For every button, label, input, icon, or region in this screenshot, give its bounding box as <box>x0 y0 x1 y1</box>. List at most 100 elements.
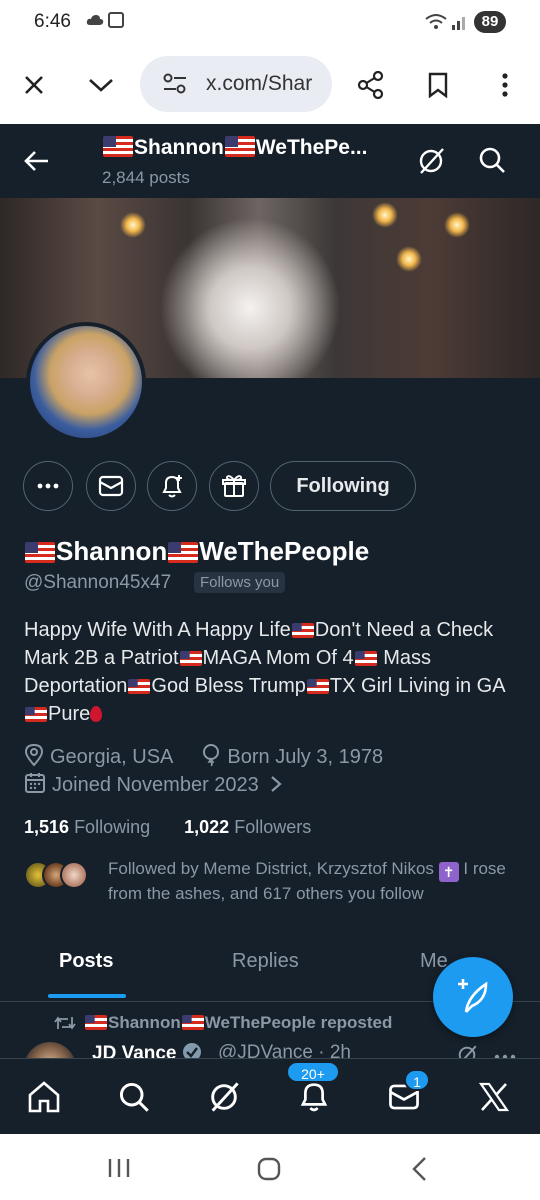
us-flag-icon <box>181 1015 204 1030</box>
sparkler <box>396 246 422 272</box>
following-stat[interactable]: 1,516 Following <box>24 817 150 837</box>
status-bar: 6:46 89 <box>0 0 540 46</box>
tab-replies[interactable]: Replies <box>232 950 299 973</box>
profile-location-born-row: Georgia, USA Born July 3, 1978 <box>24 744 383 769</box>
profile-name-part: Shannon <box>56 536 168 566</box>
followers-count: 1,022 <box>184 817 230 837</box>
profile-display-name: Shannon WeThePeople <box>24 536 369 567</box>
followers-stat[interactable]: 1,022 Followers <box>184 817 311 837</box>
search-icon <box>119 1082 149 1112</box>
grok-icon <box>211 1082 239 1112</box>
more-icon <box>37 483 59 489</box>
nav-x-premium[interactable] <box>474 1077 514 1117</box>
recent-apps-icon[interactable] <box>106 1157 132 1179</box>
repost-name-part: WeThePeople reposted <box>204 1013 393 1032</box>
profile-bio: Happy Wife With A Happy Life Don't Need a… <box>24 616 524 728</box>
profile-birthdate: Born July 3, 1978 <box>227 746 384 768</box>
nav-grok[interactable] <box>204 1077 244 1117</box>
us-flag-icon <box>306 679 329 694</box>
header-name-part: Shannon <box>134 136 224 159</box>
battery-level: 89 <box>474 11 506 33</box>
repost-name-part: Shannon <box>108 1013 181 1032</box>
location-icon <box>24 744 44 766</box>
us-flag-icon <box>103 136 133 157</box>
url-text: x.com/Shar <box>206 72 313 95</box>
feather-plus-icon <box>458 979 488 1013</box>
blood-drop-icon <box>90 706 103 722</box>
cross-icon: ✝ <box>438 862 459 882</box>
x-logo-icon <box>478 1082 510 1112</box>
home-button-icon[interactable] <box>256 1156 282 1182</box>
following-count: 1,516 <box>24 817 70 837</box>
more-options-button[interactable] <box>23 461 73 511</box>
sparkler <box>372 202 398 228</box>
repost-context[interactable]: Shannon WeThePeople reposted <box>54 1013 392 1033</box>
bottom-navigation: 20+ 1 <box>0 1058 540 1134</box>
header-display-name: Shannon WeThePe... <box>102 136 367 160</box>
profile-joined-row[interactable]: Joined November 2023 <box>24 772 283 797</box>
notifications-badge: 20+ <box>286 1061 340 1083</box>
header-name-part: WeThePe... <box>255 136 368 159</box>
mail-icon <box>98 475 124 497</box>
search-icon[interactable] <box>478 146 506 174</box>
balloon-icon <box>203 744 220 766</box>
back-arrow-icon[interactable] <box>22 146 52 176</box>
followed-by-part: Followed by Meme District, Krzysztof Nik… <box>108 859 434 878</box>
bookmark-icon[interactable] <box>419 66 457 104</box>
profile-name-part: WeThePeople <box>199 536 370 566</box>
follow-stats: 1,516 Following 1,022 Followers <box>24 817 311 838</box>
followed-by-row[interactable]: Followed by Meme District, Krzysztof Nik… <box>24 857 524 907</box>
active-tab-indicator <box>48 994 126 998</box>
us-flag-icon <box>85 1015 107 1030</box>
followed-by-text: Followed by Meme District, Krzysztof Nik… <box>108 857 518 906</box>
sparkler <box>444 212 470 238</box>
x-app: Shannon WeThePe... 2,844 posts Following … <box>0 124 540 1134</box>
gift-button[interactable] <box>209 461 259 511</box>
gift-icon <box>222 475 246 497</box>
address-bar[interactable]: x.com/Shar <box>140 56 332 112</box>
following-button[interactable]: Following <box>270 461 416 511</box>
close-icon[interactable] <box>15 66 53 104</box>
wifi-signal-icon <box>425 14 465 30</box>
compose-post-button[interactable] <box>433 957 513 1037</box>
follower-avatar <box>60 861 88 889</box>
us-flag-icon <box>179 651 202 666</box>
us-flag-icon <box>354 651 377 666</box>
bio-text: Pure <box>48 703 91 725</box>
home-icon <box>28 1081 60 1113</box>
grok-icon[interactable] <box>416 146 446 176</box>
cloud-icon <box>86 15 104 25</box>
us-flag-icon <box>128 679 151 694</box>
site-settings-icon[interactable] <box>162 73 188 95</box>
share-icon[interactable] <box>352 66 390 104</box>
follows-you-badge: Follows you <box>194 572 286 593</box>
nav-home[interactable] <box>24 1077 64 1117</box>
calendar-icon <box>25 773 45 793</box>
profile-actions: Following <box>0 461 540 511</box>
message-button[interactable] <box>86 461 136 511</box>
bio-text: TX Girl Living in GA <box>329 675 506 697</box>
more-vert-icon[interactable] <box>486 66 524 104</box>
profile-location: Georgia, USA <box>50 746 173 768</box>
header-post-count: 2,844 posts <box>102 168 190 187</box>
bio-text: MAGA Mom Of 4 <box>202 647 354 669</box>
us-flag-icon <box>224 136 255 157</box>
notify-button[interactable] <box>147 461 197 511</box>
nav-search[interactable] <box>114 1077 154 1117</box>
back-icon[interactable] <box>410 1156 428 1182</box>
profile-avatar[interactable] <box>26 322 146 442</box>
screen-capture-icon <box>108 12 124 28</box>
following-label: Following <box>74 817 151 837</box>
browser-toolbar: x.com/Shar <box>0 46 540 124</box>
messages-badge: 1 <box>404 1069 430 1091</box>
bell-icon <box>300 1083 328 1112</box>
tab-posts[interactable]: Posts <box>59 950 113 973</box>
us-flag-icon <box>25 707 47 722</box>
bio-text: Happy Wife With A Happy Life <box>24 619 291 641</box>
us-flag-icon <box>25 542 55 563</box>
bell-plus-icon <box>162 475 182 498</box>
retweet-icon <box>54 1016 76 1030</box>
status-time: 6:46 <box>34 11 71 32</box>
chevron-right-icon <box>271 776 283 792</box>
chevron-down-icon[interactable] <box>82 66 120 104</box>
